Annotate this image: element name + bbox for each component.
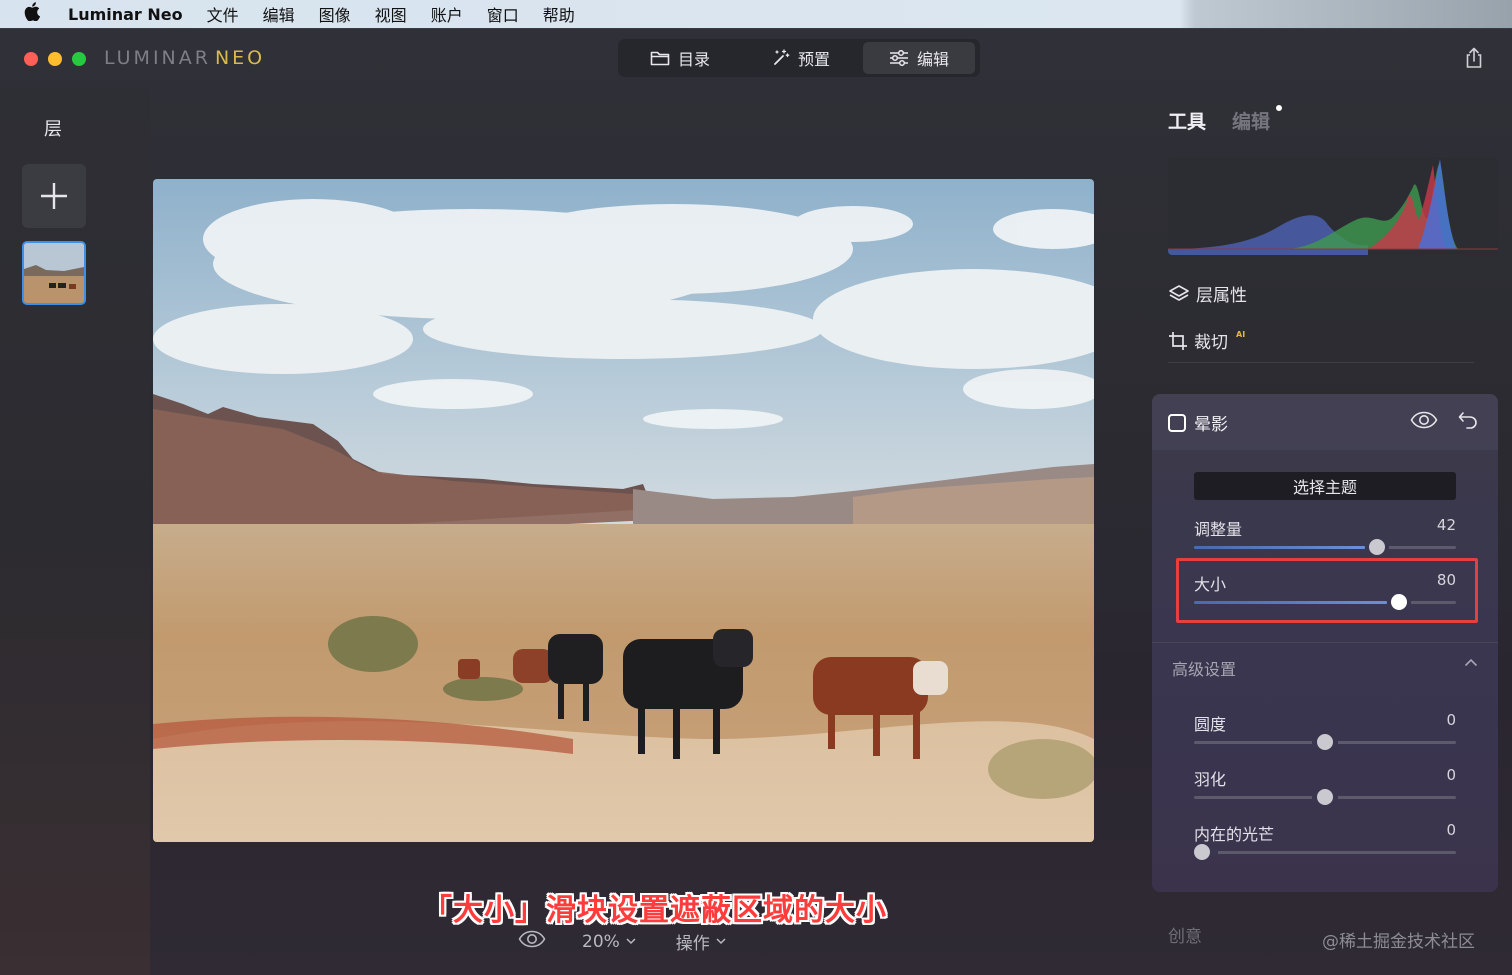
menu-edit[interactable]: 编辑 — [263, 2, 295, 26]
magic-wand-icon — [774, 49, 790, 65]
tab-presets[interactable]: 预置 — [739, 42, 863, 74]
chevron-up-icon — [1464, 658, 1478, 667]
layer-properties-item[interactable]: 层属性 — [1168, 281, 1247, 306]
preview-eye-icon[interactable] — [518, 930, 546, 953]
select-subject-button[interactable]: 选择主题 — [1194, 472, 1456, 500]
vignette-title-label: 晕影 — [1194, 415, 1228, 435]
zoom-window-button[interactable] — [72, 52, 86, 66]
amount-label: 调整量 — [1194, 520, 1243, 539]
zoom-dropdown[interactable]: 20% — [582, 932, 636, 952]
logo-text: LUMINAR — [104, 47, 211, 69]
photo-image — [153, 179, 1094, 842]
menu-file[interactable]: 文件 — [207, 2, 239, 26]
amount-fill — [1194, 546, 1365, 549]
close-window-button[interactable] — [24, 52, 38, 66]
zoom-value: 20% — [582, 931, 620, 952]
photo-canvas[interactable] — [153, 179, 1094, 842]
mode-switcher: 目录 预置 编辑 — [618, 39, 980, 77]
tools-divider — [1168, 362, 1474, 363]
tab-edits[interactable]: 编辑 — [1232, 107, 1270, 134]
folder-icon — [650, 51, 670, 66]
layers-icon — [1169, 284, 1189, 301]
histogram — [1168, 157, 1498, 255]
menu-view[interactable]: 视图 — [375, 2, 407, 26]
creative-section-label[interactable]: 创意 — [1168, 922, 1202, 947]
share-icon[interactable] — [1464, 47, 1484, 69]
size-slider-highlight — [1176, 558, 1478, 623]
edits-indicator-dot — [1276, 105, 1282, 111]
feather-value: 0 — [1446, 766, 1456, 784]
tab-edit[interactable]: 编辑 — [863, 42, 975, 74]
feather-slider[interactable]: 羽化 0 — [1194, 766, 1456, 810]
inner-light-track[interactable] — [1194, 851, 1456, 854]
inner-light-slider-handle[interactable] — [1194, 844, 1210, 860]
amount-slider[interactable]: 调整量 42 — [1194, 516, 1456, 560]
roundness-value: 0 — [1446, 711, 1456, 729]
tab-catalog[interactable]: 目录 — [621, 42, 739, 74]
tab-tools[interactable]: 工具 — [1168, 107, 1206, 134]
crop-icon — [1169, 331, 1187, 350]
tutorial-caption: 「大小」滑块设置遮蔽区域的大小 — [422, 893, 887, 928]
app-menu[interactable]: Luminar Neo — [68, 5, 183, 24]
minimize-window-button[interactable] — [48, 52, 62, 66]
window-controls — [24, 52, 86, 66]
inner-light-value: 0 — [1446, 821, 1456, 839]
vignette-title[interactable]: 晕影 — [1168, 410, 1228, 435]
plus-icon — [41, 183, 67, 209]
canvas-toolbar: 20% 操作 — [518, 929, 726, 954]
actions-dropdown[interactable]: 操作 — [676, 929, 726, 954]
vignette-panel: 晕影 选择主题 调整量 42 大小 80 高级设置 圆度 0 羽化 0 内在的光… — [1152, 394, 1498, 892]
apple-icon[interactable] — [24, 2, 46, 26]
watermark: @稀土掘金技术社区 — [1322, 932, 1475, 952]
logo-accent: NEO — [214, 47, 266, 69]
actions-label: 操作 — [675, 934, 710, 954]
roundness-slider[interactable]: 圆度 0 — [1194, 711, 1456, 755]
add-layer-button[interactable] — [22, 164, 86, 228]
layer-thumbnail[interactable] — [22, 241, 86, 305]
advanced-settings-label: 高级设置 — [1172, 660, 1237, 679]
menu-window[interactable]: 窗口 — [487, 2, 519, 26]
advanced-divider — [1152, 642, 1498, 643]
layers-title: 层 — [44, 119, 62, 140]
feather-slider-handle[interactable] — [1317, 789, 1333, 805]
tab-edit-label: 编辑 — [916, 50, 949, 69]
tab-catalog-label: 目录 — [677, 50, 710, 69]
advanced-settings-toggle[interactable]: 高级设置 — [1172, 656, 1478, 680]
layer-properties-label: 层属性 — [1196, 286, 1247, 306]
inner-light-label: 内在的光芒 — [1194, 825, 1275, 844]
app-window: LUMINAR NEO 目录 预置 编辑 层 「大小」滑块设置遮蔽区域的大小 2… — [0, 28, 1512, 975]
crop-item[interactable]: 裁切 AI — [1168, 328, 1245, 353]
vignette-toggle-icon[interactable] — [1168, 413, 1186, 432]
chevron-down-icon — [716, 938, 726, 945]
menu-help[interactable]: 帮助 — [543, 2, 575, 26]
amount-slider-handle[interactable] — [1369, 539, 1385, 555]
ai-badge: AI — [1236, 330, 1246, 339]
chevron-down-icon — [626, 938, 636, 945]
feather-label: 羽化 — [1194, 770, 1227, 789]
roundness-label: 圆度 — [1194, 715, 1227, 734]
roundness-slider-handle[interactable] — [1317, 734, 1333, 750]
inner-light-slider[interactable]: 内在的光芒 0 — [1194, 821, 1456, 865]
app-logo: LUMINAR NEO — [104, 47, 265, 69]
reset-undo-icon[interactable] — [1458, 410, 1478, 434]
layer-thumbnail-image — [24, 243, 84, 303]
toggle-visibility-eye-icon[interactable] — [1410, 411, 1438, 433]
sliders-icon — [889, 50, 908, 66]
crop-label: 裁切 — [1194, 333, 1228, 353]
amount-value: 42 — [1436, 516, 1456, 534]
menu-bar: Luminar Neo 文件 编辑 图像 视图 账户 窗口 帮助 — [0, 0, 1512, 28]
menu-account[interactable]: 账户 — [431, 2, 463, 26]
tab-presets-label: 预置 — [797, 50, 830, 69]
menu-image[interactable]: 图像 — [319, 2, 351, 26]
